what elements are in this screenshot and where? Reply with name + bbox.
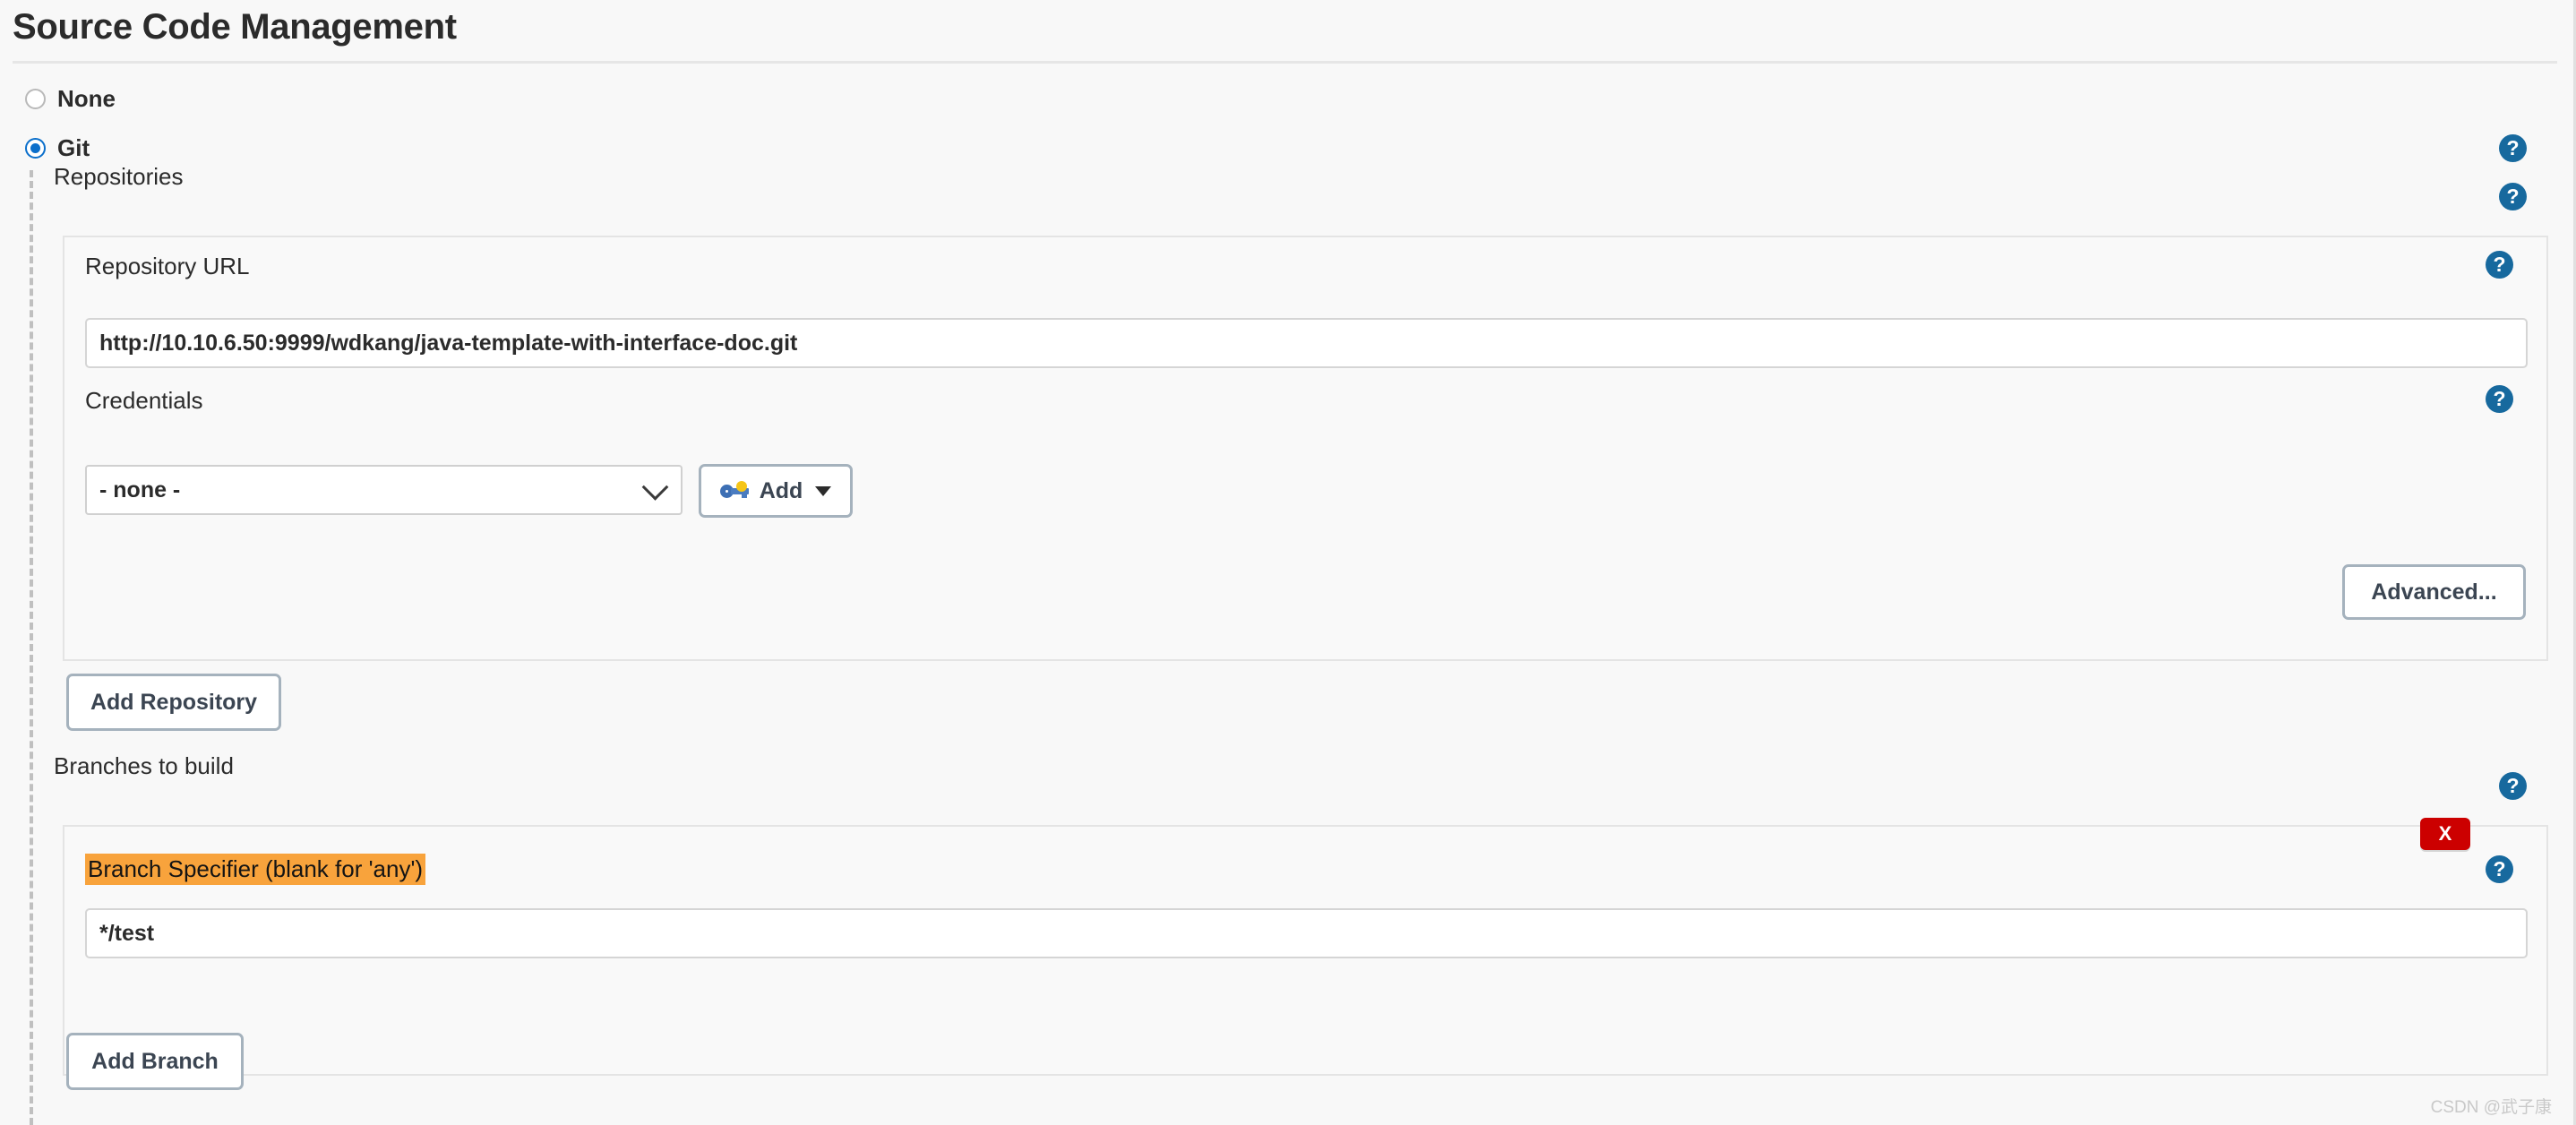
- add-repository-button[interactable]: Add Repository: [66, 674, 281, 731]
- repository-panel: [63, 236, 2548, 661]
- watermark: CSDN @武子康: [2430, 1098, 2552, 1117]
- help-icon-branches[interactable]: ?: [2499, 772, 2527, 800]
- radio-none[interactable]: [25, 89, 46, 109]
- scm-option-none[interactable]: None: [25, 85, 116, 113]
- nested-section-guide: [30, 170, 33, 1125]
- help-icon-branch-specifier[interactable]: ?: [2486, 855, 2513, 883]
- help-icon-repository-url[interactable]: ?: [2486, 251, 2513, 279]
- scm-option-git[interactable]: Git: [25, 134, 90, 162]
- help-icon-git[interactable]: ?: [2499, 134, 2527, 162]
- branch-specifier-label: Branch Specifier (blank for 'any'): [85, 854, 426, 885]
- advanced-button[interactable]: Advanced...: [2342, 564, 2526, 620]
- help-icon-repositories[interactable]: ?: [2499, 183, 2527, 210]
- credentials-select[interactable]: - none -: [85, 465, 683, 515]
- page-title: Source Code Management: [13, 7, 457, 47]
- caret-down-icon: [815, 485, 832, 496]
- delete-branch-button[interactable]: X: [2420, 818, 2470, 850]
- radio-none-label: None: [57, 85, 116, 112]
- radio-git[interactable]: [25, 138, 46, 159]
- help-icon-credentials[interactable]: ?: [2486, 385, 2513, 413]
- branch-specifier-input[interactable]: */test: [85, 908, 2528, 958]
- credentials-label: Credentials: [85, 387, 203, 414]
- key-icon: [719, 481, 751, 501]
- radio-git-label: Git: [57, 134, 90, 161]
- repository-url-label: Repository URL: [85, 253, 250, 279]
- add-credentials-label: Add: [759, 477, 803, 503]
- add-branch-button[interactable]: Add Branch: [66, 1033, 244, 1090]
- branches-to-build-label: Branches to build: [54, 752, 234, 779]
- title-divider: [13, 61, 2557, 64]
- add-credentials-button[interactable]: Add: [699, 464, 853, 518]
- credentials-select-value: - none -: [99, 477, 181, 502]
- chevron-down-icon: [641, 474, 669, 501]
- repository-url-input[interactable]: http://10.10.6.50:9999/wdkang/java-templ…: [85, 318, 2528, 368]
- scm-page: Source Code Management None Git ? Reposi…: [0, 0, 2576, 1125]
- repositories-label: Repositories: [54, 163, 184, 190]
